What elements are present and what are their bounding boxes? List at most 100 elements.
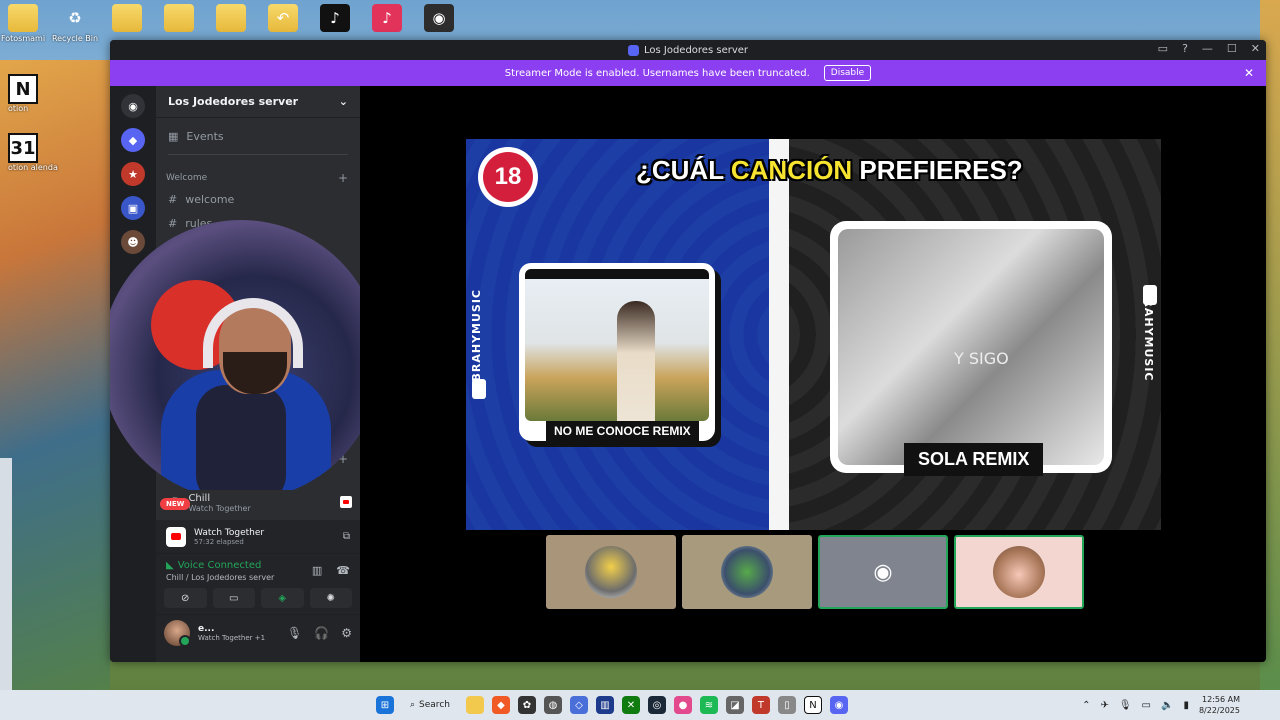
discord-home-icon[interactable]: ◉	[121, 94, 145, 118]
steam-icon[interactable]: ◎	[647, 696, 666, 714]
app-icon[interactable]: ▥	[595, 696, 614, 714]
discord-window: Los Jodedores server ▭ ? — ☐ ✕ Streamer …	[110, 40, 1266, 662]
song-card-right: Y SIGO	[830, 221, 1112, 473]
taskbar-apps: ⊞ ⌕ Search ◆ ✿ ◍ ◇ ▥ ✕ ◎ ● ≋ ◪ T ▯ N ◉	[376, 695, 848, 715]
participant-tiles: ◉	[546, 535, 1084, 609]
clock[interactable]: 12:56 AM 8/22/2025	[1199, 694, 1240, 716]
minimize-button[interactable]: —	[1202, 42, 1213, 55]
username[interactable]: e...	[198, 624, 265, 634]
add-channel-icon[interactable]: +	[338, 171, 348, 185]
badge-number: 18	[483, 152, 533, 202]
participant-tile[interactable]	[682, 535, 812, 609]
discord-logo-icon: ◉	[873, 559, 893, 585]
server-header[interactable]: Los Jodedores server ⌄	[156, 86, 360, 118]
brave-icon[interactable]: ◆	[491, 696, 510, 714]
youtube-icon	[166, 526, 186, 547]
server-icon[interactable]: ★	[121, 162, 145, 186]
spotify-icon[interactable]: ≋	[699, 696, 718, 714]
channel-label: welcome	[185, 192, 235, 206]
discord-icon[interactable]: ◉	[829, 696, 848, 714]
disconnect-icon[interactable]: ☎	[336, 564, 350, 577]
network-icon[interactable]: ▭	[1142, 700, 1151, 711]
category-welcome[interactable]: Welcome +	[156, 169, 360, 187]
battery-icon[interactable]: ▮	[1183, 700, 1189, 711]
calendar-icon: ▦	[168, 129, 179, 143]
close-icon[interactable]: ✕	[1244, 66, 1254, 80]
desktop-icon-folder[interactable]	[160, 4, 198, 43]
server-icon[interactable]: ◆	[121, 128, 145, 152]
calendar-icon: 31	[8, 133, 38, 163]
desktop-icon-folder[interactable]: ↶	[264, 4, 302, 43]
watch-together-video[interactable]: 18 ¿CUÁL CANCIÓN PREFIERES? BRAHYMUSIC B…	[466, 139, 1161, 530]
taskbar-search[interactable]: ⌕ Search	[402, 695, 458, 715]
events-item[interactable]: ▦ Events	[156, 124, 360, 148]
desktop-icon-label: Recycle Bin	[51, 34, 99, 43]
participant-tile[interactable]	[954, 535, 1084, 609]
tray-icon[interactable]: ✈	[1100, 700, 1108, 711]
participant-tile[interactable]: ◉	[818, 535, 948, 609]
app-icon[interactable]: ◪	[725, 696, 744, 714]
desktop-icon-recycle-bin[interactable]: ♻ Recycle Bin	[52, 4, 98, 43]
app-icon[interactable]: ●	[673, 696, 692, 714]
video-divider	[769, 139, 789, 530]
folder-icon	[216, 4, 246, 32]
tiktok-studio-icon: ♪	[372, 4, 402, 32]
desktop-icon-notion[interactable]: N otion	[8, 74, 58, 113]
app-icon[interactable]: ▯	[777, 696, 796, 714]
activity-elapsed: 57:32 elapsed	[194, 537, 244, 546]
file-explorer-icon[interactable]	[465, 696, 484, 714]
desktop-icon-fotosmami[interactable]: Fotosmami	[1, 4, 45, 43]
webcam-figure	[196, 385, 286, 500]
app-icon[interactable]: ◇	[569, 696, 588, 714]
notion-icon: N	[8, 74, 38, 104]
soundboard-button[interactable]: ✺	[309, 588, 352, 608]
app-icon[interactable]: ◍	[543, 696, 562, 714]
window-title: Los Jodedores server	[627, 44, 748, 56]
gear-icon[interactable]: ⚙	[341, 626, 352, 640]
headphones-icon[interactable]: 🎧	[314, 626, 329, 640]
desktop-icon-folder[interactable]	[108, 4, 146, 43]
desktop-icon-notion-calendar[interactable]: 31 otion alenda	[8, 133, 58, 172]
xbox-icon[interactable]: ✕	[621, 696, 640, 714]
microphone-icon[interactable]: 🎙	[1119, 700, 1132, 711]
app-icon[interactable]: T	[751, 696, 770, 714]
activity-popout-icon[interactable]: ⧉	[343, 531, 350, 542]
desktop-icon-folder[interactable]	[212, 4, 250, 43]
close-button[interactable]: ✕	[1251, 42, 1260, 55]
chevron-up-icon[interactable]: ⌃	[1082, 700, 1090, 711]
maximize-button[interactable]: ☐	[1227, 42, 1237, 55]
activity-watch-together[interactable]: Watch Together 57:32 elapsed ⧉	[156, 520, 360, 554]
inbox-icon[interactable]: ▭	[1158, 42, 1168, 55]
image-overlay-text: Y SIGO	[954, 349, 1009, 368]
desktop-icon-obs[interactable]: ◉	[420, 4, 458, 43]
chatgpt-icon[interactable]: ✿	[517, 696, 536, 714]
brand-label-left: BRAHYMUSIC	[470, 289, 483, 382]
volume-icon[interactable]: 🔈	[1161, 700, 1173, 711]
help-icon[interactable]: ?	[1182, 42, 1188, 55]
desktop-icon-label: otion	[8, 104, 29, 113]
avatar[interactable]	[164, 619, 191, 647]
participant-tile[interactable]	[546, 535, 676, 609]
desktop-side-icons: N otion 31 otion alenda	[8, 74, 58, 172]
channel-sidebar: Los Jodedores server ⌄ ▦ Events Welcome …	[110, 86, 381, 662]
bookmark-icon	[472, 379, 486, 399]
desktop-icon-tiktok-studio[interactable]: ♪	[368, 4, 406, 43]
channel-welcome[interactable]: # welcome	[156, 187, 360, 211]
notion-icon[interactable]: N	[803, 696, 822, 714]
noise-suppression-icon[interactable]: ▥	[312, 564, 322, 577]
chevron-down-icon[interactable]: ⌄	[339, 95, 348, 108]
youtube-icon	[340, 496, 352, 508]
windows-start-icon[interactable]: ⊞	[376, 696, 394, 714]
screen-share-button[interactable]: ▭	[212, 588, 255, 608]
server-icon[interactable]: ▣	[121, 196, 145, 220]
voice-stage: 18 ¿CUÁL CANCIÓN PREFIERES? BRAHYMUSIC B…	[360, 86, 1266, 662]
microphone-icon[interactable]: 🎙	[287, 626, 302, 640]
desktop-icon-tiktok[interactable]: ♪	[316, 4, 354, 43]
voice-state-label: Voice Connected	[177, 560, 262, 571]
server-icon[interactable]: ☻	[121, 230, 145, 254]
system-tray: ⌃ ✈ 🎙 ▭ 🔈 ▮ 12:56 AM 8/22/2025	[1082, 694, 1240, 716]
disable-button[interactable]: Disable	[823, 65, 872, 81]
activities-button[interactable]: ◈	[261, 588, 304, 608]
avatar	[721, 546, 773, 598]
camera-button[interactable]: ⊘	[164, 588, 207, 608]
